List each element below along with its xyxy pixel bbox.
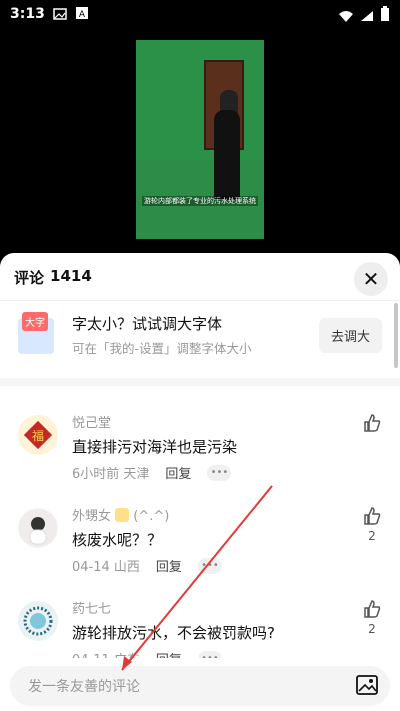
username-suffix: (^.^) — [133, 509, 170, 524]
like-button[interactable]: 2 — [362, 506, 382, 543]
video-caption: 游轮内部都装了专业的污水处理系统 — [142, 196, 258, 206]
thumbs-up-icon — [362, 506, 382, 529]
more-options-button[interactable]: ••• — [197, 557, 222, 574]
comment-meta: 6小时前 天津 回复 ••• — [72, 463, 232, 482]
comment-item: 福 悦己堂 直接排污对海洋也是污染 6小时前 天津 回复 ••• — [0, 412, 400, 507]
comment-text[interactable]: 游轮排放污水，不会被罚款吗? — [72, 622, 275, 643]
comment-username[interactable]: 悦己堂 — [72, 412, 111, 431]
comment-input[interactable]: 发一条友善的评论 — [10, 666, 390, 706]
comment-item: 外甥女 (^.^) 核废水呢？？ 04-14 山西 回复 ••• 2 — [0, 505, 400, 600]
increase-font-button[interactable]: 去调大 — [318, 318, 382, 353]
promo-subtitle: 可在「我的-设置」调整字体大小 — [72, 341, 252, 356]
comment-input-bar: 发一条友善的评论 — [0, 658, 400, 711]
signal-icon — [360, 7, 374, 26]
avatar-glyph: 福 — [32, 428, 44, 443]
battery-icon — [380, 6, 390, 26]
badge-label: 大字 — [22, 312, 48, 331]
video-player[interactable]: 游轮内部都装了专业的污水处理系统 — [136, 40, 264, 239]
avatar[interactable] — [18, 601, 58, 641]
like-button[interactable]: 2 — [362, 599, 382, 636]
gallery-icon — [53, 5, 67, 24]
comment-username[interactable]: 药七七 — [72, 598, 111, 617]
like-count: 2 — [368, 622, 376, 636]
comment-input-placeholder: 发一条友善的评论 — [28, 679, 140, 695]
comment-text[interactable]: 核废水呢？？ — [72, 529, 162, 550]
font-size-promo: 大字 字太小？试试调大字体 可在「我的-设置」调整字体大小 去调大 — [0, 300, 400, 379]
username-text: 外甥女 — [72, 509, 112, 524]
svg-text:A: A — [79, 10, 86, 20]
reply-button[interactable]: 回复 — [156, 556, 182, 575]
like-button[interactable] — [362, 413, 382, 436]
more-options-button[interactable]: ••• — [207, 464, 232, 481]
sheet-header: 评论 1414 — [14, 267, 92, 288]
smiley-icon — [115, 508, 130, 522]
like-count: 2 — [368, 529, 376, 543]
status-time: 3:13 — [10, 6, 45, 22]
comment-time-location: 04-14 山西 — [72, 560, 140, 575]
large-font-badge: 大字 — [18, 312, 54, 354]
comment-count: 1414 — [50, 267, 92, 285]
promo-title: 字太小？试试调大字体 — [72, 315, 223, 333]
sheet-title: 评论 — [14, 269, 45, 287]
thumbs-up-icon — [362, 599, 382, 622]
comment-sheet: 评论 1414 ✕ 大字 字太小？试试调大字体 可在「我的-设置」调整字体大小 … — [0, 253, 400, 711]
section-divider — [0, 378, 400, 386]
image-icon[interactable] — [356, 675, 378, 695]
wifi-icon — [338, 7, 354, 26]
font-app-icon: A — [75, 5, 89, 24]
reply-button[interactable]: 回复 — [165, 463, 191, 482]
video-person — [214, 110, 240, 200]
close-icon: ✕ — [362, 267, 380, 291]
comment-text[interactable]: 直接排污对海洋也是污染 — [72, 436, 237, 457]
close-button[interactable]: ✕ — [354, 262, 388, 296]
video-wall — [136, 40, 264, 160]
avatar[interactable]: 福 — [18, 415, 58, 455]
status-bar: 3:13 A — [0, 0, 400, 28]
scrollbar[interactable] — [394, 303, 398, 368]
thumbs-up-icon — [362, 413, 382, 436]
comment-meta: 04-14 山西 回复 ••• — [72, 556, 222, 575]
avatar[interactable] — [18, 508, 58, 548]
comment-time-location: 6小时前 天津 — [72, 467, 150, 482]
comment-username[interactable]: 外甥女 (^.^) — [72, 505, 169, 524]
